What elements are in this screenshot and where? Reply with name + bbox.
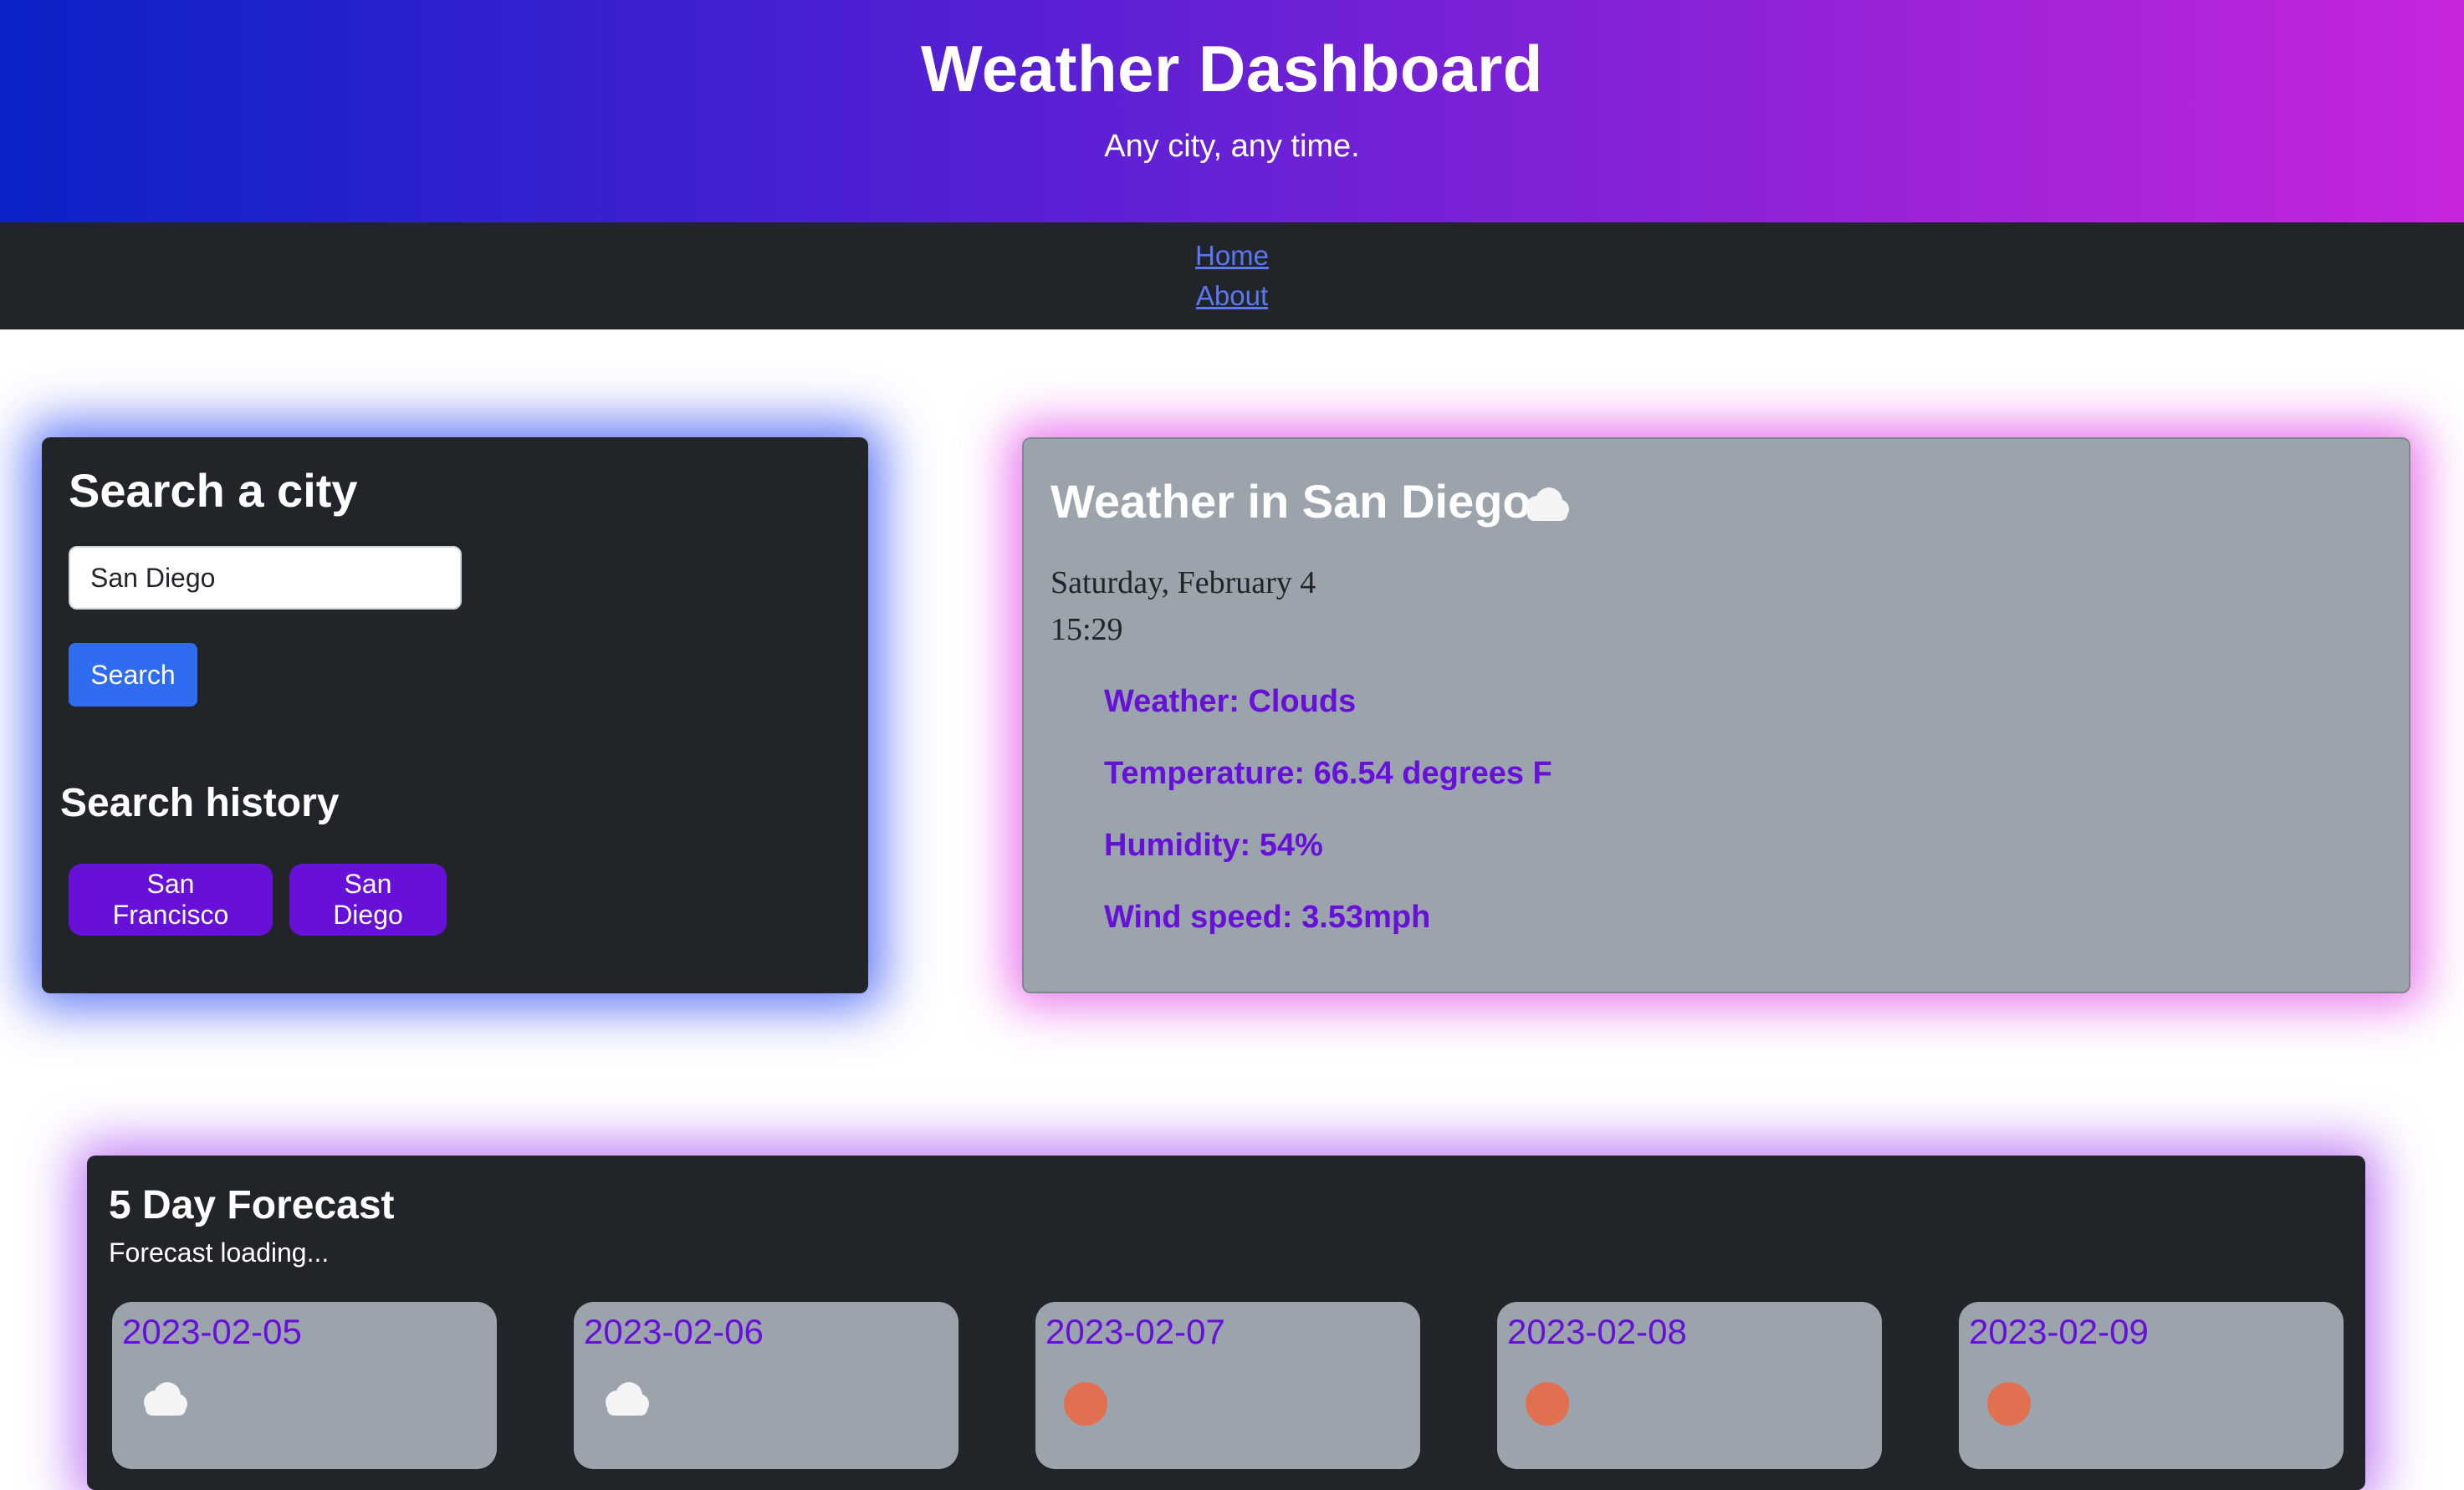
wind-speed-value: Wind speed: 3.53mph: [1104, 900, 1431, 935]
forecast-date: 2023-02-09: [1969, 1312, 2149, 1351]
forecast-date: 2023-02-05: [122, 1312, 302, 1351]
forecast-card: 2023-02-05: [112, 1302, 497, 1469]
forecast-title: 5 Day Forecast: [109, 1183, 395, 1227]
forecast-date: 2023-02-07: [1045, 1312, 1225, 1351]
current-weather-title: Weather in San Diego: [1051, 475, 1531, 528]
forecast-card: 2023-02-06: [574, 1302, 959, 1469]
forecast-card: 2023-02-07: [1035, 1302, 1420, 1469]
nav-bar: Home About: [0, 222, 2464, 329]
forecast-panel: 5 Day Forecast Forecast loading... 2023-…: [87, 1156, 2365, 1490]
humidity-value: Humidity: 54%: [1104, 828, 1323, 863]
cloud-icon: [137, 1380, 191, 1421]
history-button-san-diego[interactable]: San Diego: [289, 864, 447, 936]
forecast-card: 2023-02-09: [1959, 1302, 2344, 1469]
sun-icon: [1526, 1382, 1569, 1426]
forecast-status: Forecast loading...: [109, 1237, 330, 1268]
forecast-date: 2023-02-06: [584, 1312, 764, 1351]
current-time: 15:29: [1051, 612, 1123, 647]
search-button[interactable]: Search: [69, 643, 197, 707]
cloud-icon: [599, 1380, 652, 1421]
temperature-value: Temperature: 66.54 degrees F: [1104, 756, 1552, 791]
page-subtitle: Any city, any time.: [1104, 129, 1360, 164]
current-weather-panel: Weather in San Diego Saturday, February …: [1022, 437, 2410, 993]
search-history-title: Search history: [60, 781, 340, 825]
search-title: Search a city: [69, 464, 358, 517]
search-panel: Search a city Search Search history San …: [42, 437, 868, 993]
cloud-icon: [1519, 486, 1572, 527]
page-title: Weather Dashboard: [921, 32, 1543, 105]
forecast-date: 2023-02-08: [1507, 1312, 1687, 1351]
sun-icon: [1987, 1382, 2031, 1426]
current-date: Saturday, February 4: [1051, 565, 1316, 600]
city-search-input[interactable]: [69, 546, 462, 610]
page-header: Weather Dashboard Any city, any time.: [0, 0, 2464, 222]
nav-link-about[interactable]: About: [0, 278, 2464, 314]
history-button-san-francisco[interactable]: San Francisco: [69, 864, 273, 936]
forecast-card: 2023-02-08: [1497, 1302, 1882, 1469]
weather-condition: Weather: Clouds: [1104, 684, 1357, 719]
nav-link-home[interactable]: Home: [0, 237, 2464, 274]
sun-icon: [1064, 1382, 1107, 1426]
